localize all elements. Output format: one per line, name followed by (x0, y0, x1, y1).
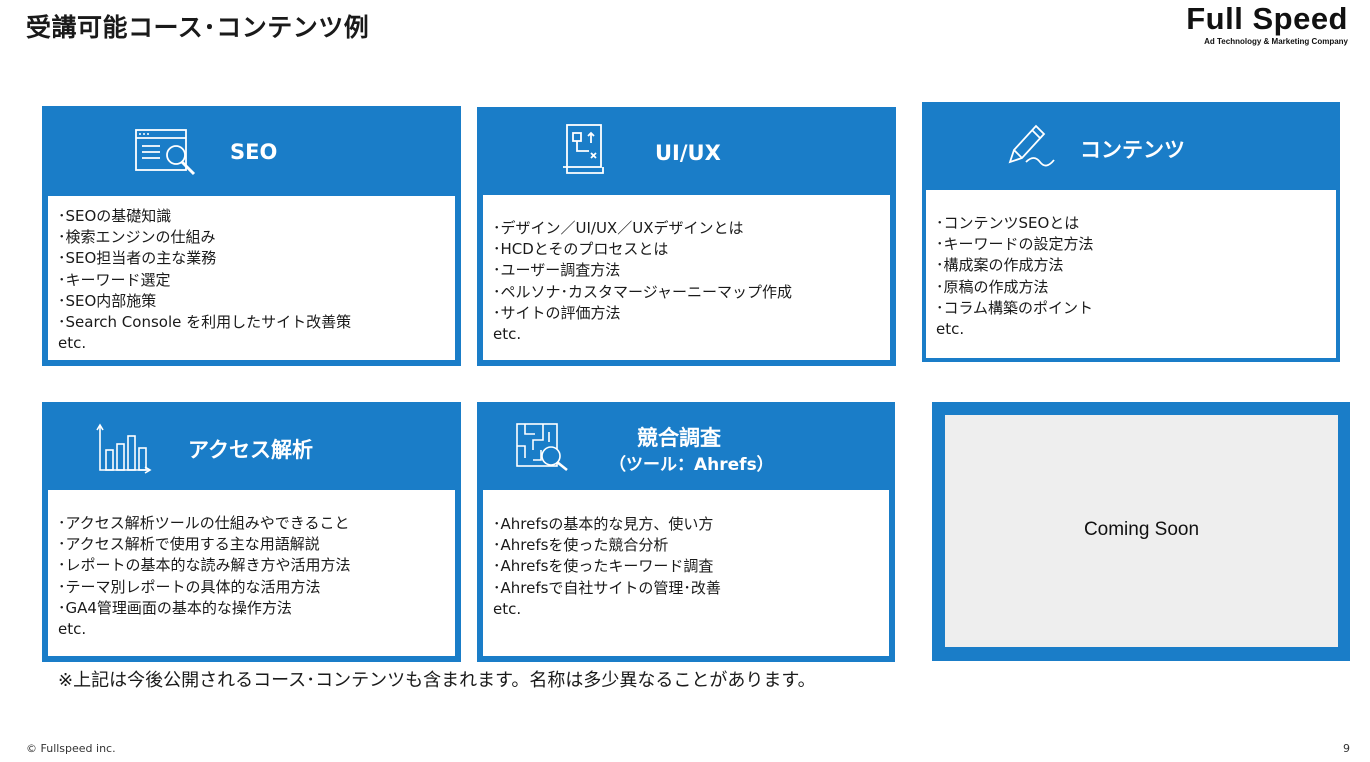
list-item: ･SEOの基礎知識 (58, 207, 172, 225)
list-item: ･ユーザー調査方法 (493, 261, 621, 280)
pen-writing-icon (1004, 120, 1060, 174)
list-item: ･アクセス解析ツールの仕組みやできること (58, 514, 350, 532)
browser-search-icon (134, 126, 204, 185)
list-item: ･Search Console を利用したサイト改善策 (58, 313, 352, 332)
card-title: UI/UX (655, 141, 721, 165)
list-item: ･テーマ別レポートの具体的な活用方法 (58, 577, 321, 596)
list-item: etc. (58, 620, 87, 639)
list-item: ･検索エンジンの仕組み (58, 228, 216, 247)
card-title: 競合調査 (637, 426, 721, 450)
company-logo: Full Speed Ad Technology & Marketing Com… (1186, 2, 1348, 48)
list-item: ･キーワード選定 (58, 270, 171, 289)
list-item: ･原稿の作成方法 (936, 277, 1049, 296)
list-item: ･Ahrefsの基本的な見方、使い方 (493, 515, 714, 533)
list-item: ･HCDとそのプロセスとは (493, 240, 669, 259)
course-card-competitive: 競合調査 （ツール：Ahrefs） ･Ahrefsの基本的な見方、使い方 ･Ah… (477, 402, 895, 662)
list-item: etc. (493, 325, 522, 344)
card-body: ･デザイン／UI/UX／UXデザインとは ･HCDとそのプロセスとは ･ユーザー… (483, 195, 890, 360)
card-body: ･Ahrefsの基本的な見方、使い方 ･Ahrefsを使った競合分析 ･Ahre… (483, 490, 889, 656)
footnote: ※上記は今後公開されるコース･コンテンツも含まれます。名称は多少異なることがあり… (58, 670, 816, 691)
list-item: etc. (493, 599, 522, 618)
course-card-analytics: アクセス解析 ･アクセス解析ツールの仕組みやできること ･アクセス解析で使用する… (42, 402, 461, 662)
list-item: ･デザイン／UI/UX／UXデザインとは (493, 219, 744, 237)
list-item: ･SEO内部施策 (58, 291, 157, 310)
list-item: etc. (58, 334, 87, 353)
card-body: ･アクセス解析ツールの仕組みやできること ･アクセス解析で使用する主な用語解説 … (48, 490, 455, 656)
wireframe-icon (559, 121, 609, 183)
list-item: ･レポートの基本的な読み解き方や活用方法 (58, 556, 351, 575)
logo-tagline: Ad Technology & Marketing Company (1204, 37, 1348, 46)
coming-soon-label: Coming Soon (1083, 519, 1200, 540)
card-body: ･SEOの基礎知識 ･検索エンジンの仕組み ･SEO担当者の主な業務 ･キーワー… (48, 196, 455, 360)
card-body: ･コンテンツSEOとは ･キーワードの設定方法 ･構成案の作成方法 ･原稿の作成… (926, 190, 1336, 358)
page-number: 9 (1343, 742, 1350, 755)
list-item: ･Ahrefsで自社サイトの管理･改善 (493, 578, 721, 597)
card-title: コンテンツ (1080, 138, 1185, 162)
card-title: アクセス解析 (188, 438, 313, 462)
list-item: ･キーワードの設定方法 (936, 235, 1094, 254)
bar-chart-icon (94, 420, 154, 478)
course-card-uiux: UI/UX ･デザイン／UI/UX／UXデザインとは ･HCDとそのプロセスとは… (477, 107, 896, 366)
page-title: 受講可能コース･コンテンツ例 (26, 13, 370, 42)
list-item: ･コラム構築のポイント (936, 298, 1094, 317)
coming-soon-panel: Coming Soon (945, 415, 1338, 647)
card-title: SEO (230, 140, 278, 164)
logo-name: Full Speed (1186, 1, 1348, 36)
list-item: ･ペルソナ･カスタマージャーニーマップ作成 (493, 282, 792, 301)
list-item: ･構成案の作成方法 (936, 256, 1064, 275)
copyright: © Fullspeed inc. (26, 742, 116, 755)
list-item: etc. (936, 320, 965, 339)
list-item: ･GA4管理画面の基本的な操作方法 (58, 598, 292, 617)
list-item: ･サイトの評価方法 (493, 303, 621, 322)
list-item: ･SEO担当者の主な業務 (58, 249, 217, 268)
course-card-seo: SEO ･SEOの基礎知識 ･検索エンジンの仕組み ･SEO担当者の主な業務 ･… (42, 106, 461, 366)
card-subtitle: （ツール：Ahrefs） (609, 455, 774, 475)
maze-search-icon (513, 420, 571, 476)
list-item: ･コンテンツSEOとは (936, 214, 1080, 232)
list-item: ･Ahrefsを使った競合分析 (493, 536, 669, 555)
course-card-contents: コンテンツ ･コンテンツSEOとは ･キーワードの設定方法 ･構成案の作成方法 … (922, 102, 1340, 362)
list-item: ･アクセス解析で使用する主な用語解説 (58, 535, 320, 554)
list-item: ･Ahrefsを使ったキーワード調査 (493, 557, 714, 576)
